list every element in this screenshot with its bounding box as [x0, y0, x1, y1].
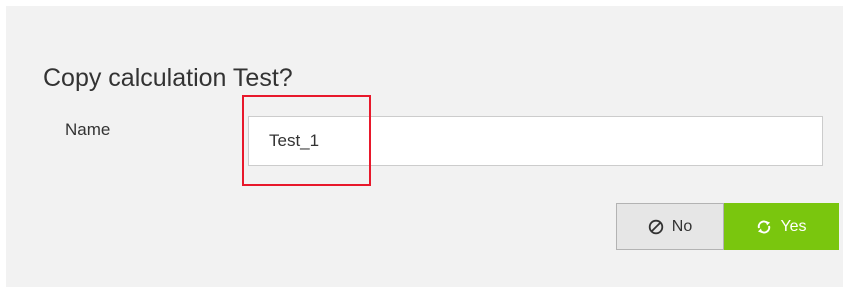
no-button[interactable]: No — [616, 203, 724, 250]
yes-button[interactable]: Yes — [724, 203, 839, 250]
name-input[interactable] — [248, 116, 823, 166]
ban-icon — [648, 219, 664, 235]
name-label: Name — [65, 120, 111, 139]
refresh-icon — [756, 219, 772, 235]
no-button-label: No — [671, 217, 693, 235]
dialog-title: Copy calculation Test? — [43, 64, 293, 92]
yes-button-label: Yes — [780, 217, 807, 235]
copy-calculation-dialog: Copy calculation Test? Name No Yes — [6, 6, 843, 287]
